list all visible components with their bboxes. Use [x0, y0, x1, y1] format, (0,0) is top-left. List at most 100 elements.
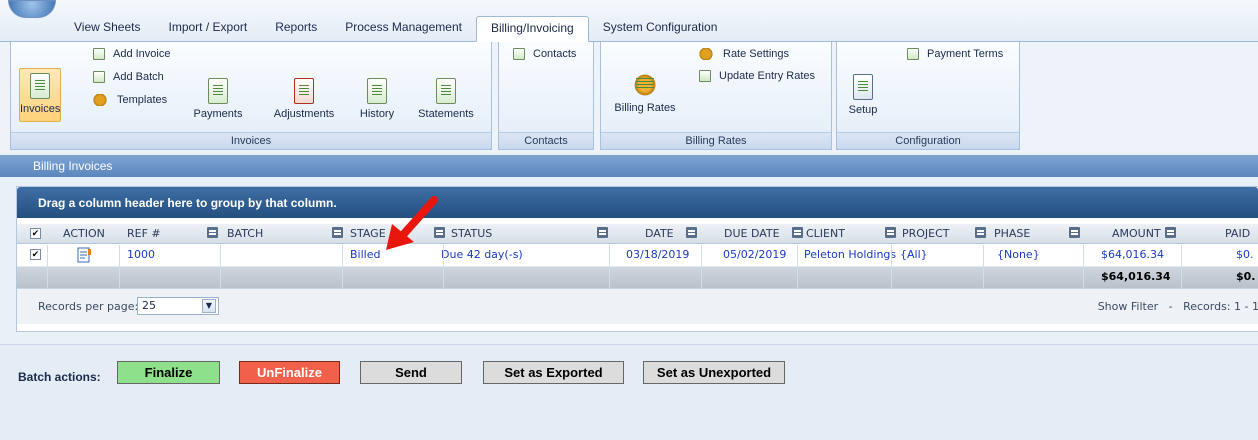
section-title: Billing Invoices	[33, 159, 113, 173]
show-filter-link[interactable]: Show Filter	[1098, 300, 1158, 313]
send-button[interactable]: Send	[360, 361, 462, 384]
templates-gear-icon	[91, 94, 109, 106]
app-logo[interactable]	[8, 0, 56, 18]
col-divider	[119, 245, 120, 288]
add-batch-icon	[93, 71, 105, 83]
setup-button[interactable]: Setup	[845, 74, 881, 116]
col-project[interactable]: PROJECT	[902, 224, 950, 244]
col-phase[interactable]: PHASE	[994, 224, 1030, 244]
col-ref[interactable]: REF #	[127, 224, 161, 244]
tab-system-configuration[interactable]: System Configuration	[589, 16, 732, 42]
statements-label: Statements	[418, 108, 474, 120]
col-divider	[1181, 245, 1182, 288]
batch-sort-icon[interactable]	[332, 227, 343, 238]
ribbon-group-contacts: Contacts Contacts	[498, 42, 594, 150]
date-sort-icon[interactable]	[686, 227, 697, 238]
row-action-menu-icon[interactable]	[75, 247, 93, 263]
adjustments-label: Adjustments	[273, 108, 335, 120]
top-tab-bar: View Sheets Import / Export Reports Proc…	[0, 0, 1258, 42]
project-sort-icon[interactable]	[975, 227, 986, 238]
col-due-date[interactable]: DUE DATE	[724, 224, 780, 244]
row-date: 03/18/2019	[626, 248, 690, 261]
payments-label: Payments	[193, 108, 243, 120]
add-batch-label: Add Batch	[113, 71, 164, 83]
row-ref[interactable]: 1000	[127, 245, 155, 265]
page-size-select[interactable]: 25 ▼	[137, 297, 219, 315]
amount-sort-icon[interactable]	[1165, 227, 1176, 238]
coins-icon	[632, 72, 658, 98]
select-all-checkbox[interactable]: ✔	[30, 228, 41, 239]
col-batch[interactable]: BATCH	[227, 224, 263, 244]
add-invoice-icon	[93, 48, 105, 60]
chevron-down-icon[interactable]: ▼	[202, 299, 216, 313]
billing-rates-button[interactable]: Billing Rates	[611, 72, 679, 114]
row-paid: $0.	[1236, 248, 1254, 261]
ribbon-group-invoices: Invoices Add Invoice Add Batch Templates…	[10, 42, 492, 150]
add-batch-button[interactable]: Add Batch	[93, 71, 164, 83]
ribbon-group-billing-rates: Billing Rates Rate Settings Update Entry…	[600, 42, 832, 150]
adjustments-button[interactable]: Adjustments	[269, 78, 339, 120]
update-entry-rates-button[interactable]: Update Entry Rates	[699, 70, 815, 82]
payments-icon	[208, 78, 228, 104]
col-action[interactable]: ACTION	[63, 224, 105, 244]
col-divider	[701, 245, 702, 288]
contacts-group-label: Contacts	[499, 132, 593, 149]
history-button[interactable]: History	[355, 78, 399, 120]
row-client[interactable]: Peleton Holdings	[804, 245, 896, 265]
add-invoice-label: Add Invoice	[113, 48, 171, 60]
statements-icon	[436, 78, 456, 104]
templates-button[interactable]: Templates	[91, 94, 167, 106]
total-paid: $0.	[1236, 270, 1256, 283]
client-sort-icon[interactable]	[885, 227, 896, 238]
phase-sort-icon[interactable]	[1069, 227, 1080, 238]
tab-import-export[interactable]: Import / Export	[155, 16, 262, 42]
row-stage[interactable]: Billed	[350, 245, 380, 265]
invoices-group-label: Invoices	[11, 132, 491, 149]
contacts-label: Contacts	[533, 48, 577, 60]
setup-icon	[853, 74, 873, 100]
invoices-button[interactable]: Invoices	[19, 68, 61, 122]
ref-sort-icon[interactable]	[207, 227, 218, 238]
setup-label: Setup	[848, 104, 878, 116]
batch-actions-bar: Batch actions: Finalize UnFinalize Send …	[0, 344, 1258, 440]
contacts-button[interactable]: Contacts	[513, 48, 576, 60]
statements-button[interactable]: Statements	[413, 78, 479, 120]
group-by-panel[interactable]: Drag a column header here to group by th…	[17, 187, 1258, 218]
table-row[interactable]: ✔ 1000 Billed Due 42 day(-s) 03/18/2019 …	[17, 245, 1258, 267]
col-date[interactable]: DATE	[645, 224, 674, 244]
tab-reports[interactable]: Reports	[261, 16, 331, 42]
col-divider	[342, 245, 343, 288]
col-client[interactable]: CLIENT	[806, 224, 845, 244]
col-divider	[443, 245, 444, 288]
tab-process-management[interactable]: Process Management	[331, 16, 476, 42]
stage-sort-icon[interactable]	[434, 227, 445, 238]
col-divider	[609, 245, 610, 288]
finalize-button[interactable]: Finalize	[117, 361, 220, 384]
add-invoice-button[interactable]: Add Invoice	[93, 48, 170, 60]
row-phase: {None}	[997, 248, 1040, 261]
batch-actions-label: Batch actions:	[18, 370, 101, 384]
col-status[interactable]: STATUS	[451, 224, 492, 244]
invoice-icon	[30, 73, 50, 99]
main-tabs: View Sheets Import / Export Reports Proc…	[60, 16, 731, 42]
history-icon	[367, 78, 387, 104]
rate-settings-button[interactable]: Rate Settings	[697, 48, 789, 60]
col-stage[interactable]: STAGE	[350, 224, 386, 244]
col-paid[interactable]: PAID	[1225, 224, 1250, 244]
set-unexported-button[interactable]: Set as Unexported	[643, 361, 785, 384]
payments-button[interactable]: Payments	[193, 78, 243, 120]
pager-separator: -	[1168, 300, 1173, 313]
tab-billing-invoicing[interactable]: Billing/Invoicing	[475, 16, 589, 42]
set-exported-button[interactable]: Set as Exported	[483, 361, 624, 384]
due-date-sort-icon[interactable]	[792, 227, 803, 238]
row-checkbox[interactable]: ✔	[30, 249, 41, 260]
tab-view-sheets[interactable]: View Sheets	[60, 16, 155, 42]
totals-row: $64,016.34 $0.	[17, 267, 1258, 288]
update-rates-icon	[699, 70, 711, 82]
unfinalize-button[interactable]: UnFinalize	[239, 361, 340, 384]
status-filter-icon[interactable]	[597, 227, 608, 238]
col-amount[interactable]: AMOUNT	[1112, 224, 1161, 244]
payment-terms-label: Payment Terms	[927, 48, 1004, 60]
payment-terms-button[interactable]: Payment Terms	[907, 48, 1003, 60]
col-divider	[47, 245, 48, 288]
